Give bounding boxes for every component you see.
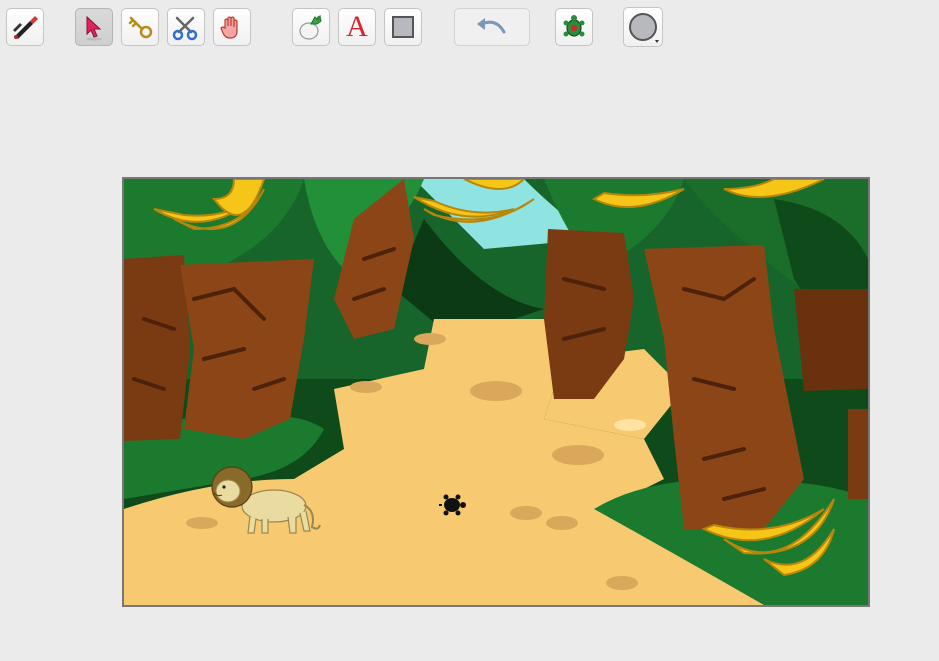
rectangle-tool[interactable]: [384, 8, 422, 46]
shrink-tool[interactable]: [213, 8, 251, 46]
turtle-icon: [563, 15, 585, 37]
lion-sprite[interactable]: [204, 461, 324, 541]
sprite-egg-icon: [299, 14, 322, 40]
circle-dropdown-icon: [629, 13, 659, 43]
letter-a-icon: A: [346, 10, 368, 43]
text-tool[interactable]: A: [338, 8, 376, 46]
paintbrush-icon: [13, 16, 38, 39]
square-icon: [392, 16, 414, 38]
cut-tool[interactable]: [167, 8, 205, 46]
undo-button[interactable]: [454, 8, 530, 46]
hand-icon: [220, 16, 238, 39]
scissors-icon: [172, 16, 198, 41]
turtle-sprite[interactable]: [438, 493, 468, 517]
key-icon: [128, 16, 153, 39]
arrow-pointer-icon: [86, 15, 102, 41]
new-sprite-tool[interactable]: [292, 8, 330, 46]
jungle-background: [124, 179, 868, 605]
grow-tool[interactable]: [121, 8, 159, 46]
stage-canvas[interactable]: [122, 177, 870, 607]
paint-editor-tool[interactable]: [6, 8, 44, 46]
select-arrow-tool[interactable]: [75, 8, 113, 46]
undo-arrow-icon: [477, 18, 506, 34]
turtle-tool[interactable]: [555, 8, 593, 46]
pen-color-tool[interactable]: [623, 7, 663, 47]
